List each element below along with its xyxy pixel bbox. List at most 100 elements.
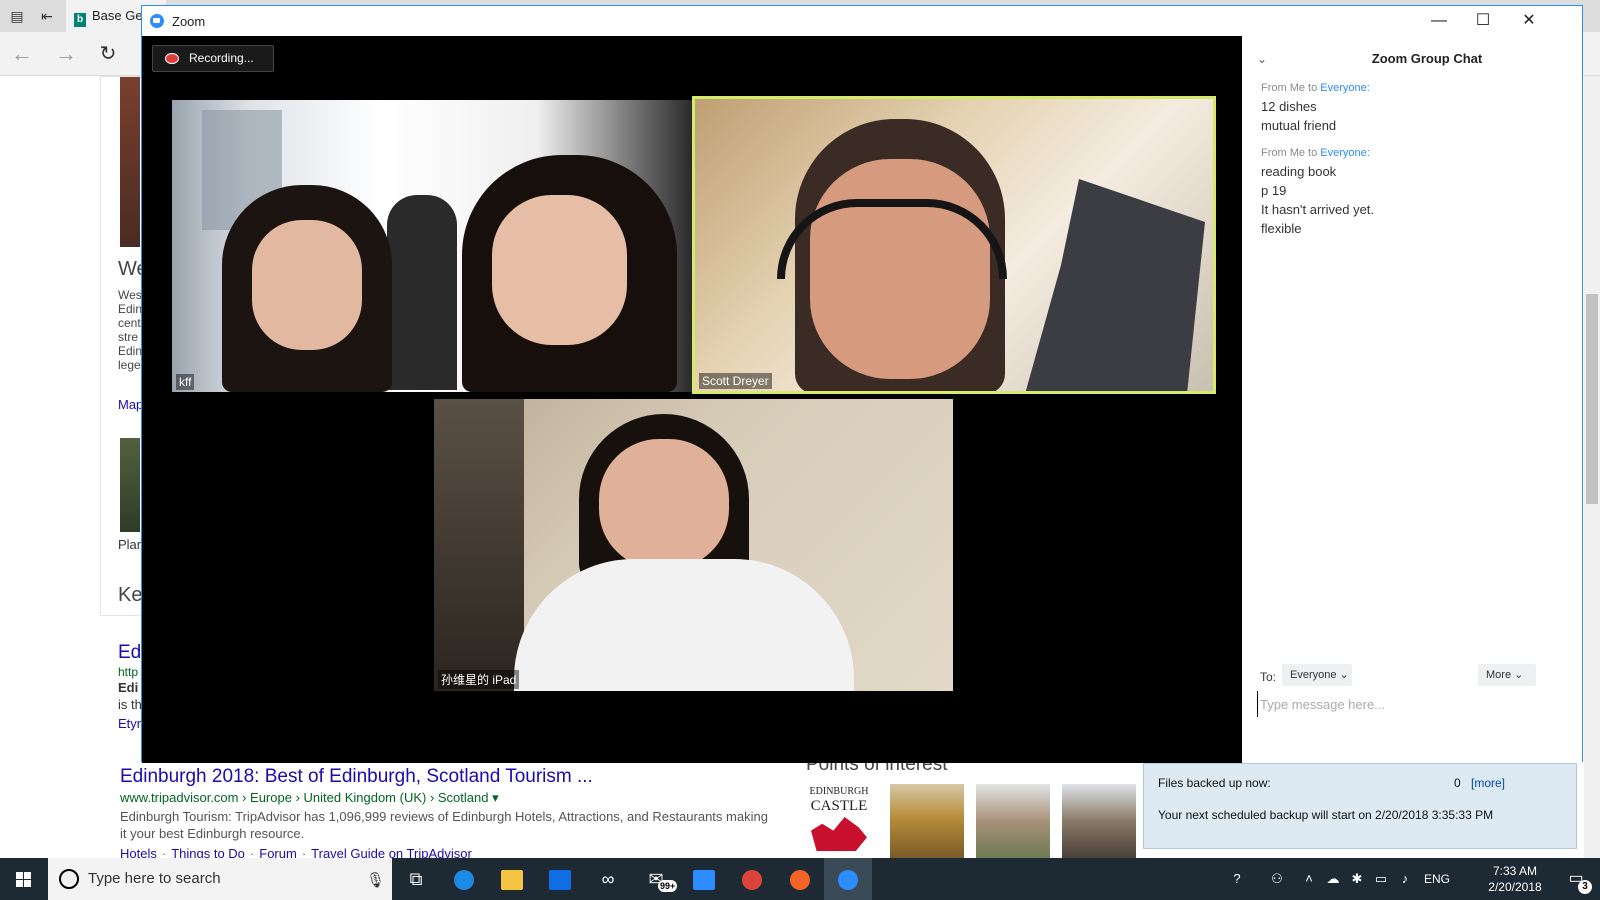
map-link[interactable]: Map (118, 397, 143, 412)
poi-holyrood-palace[interactable] (976, 784, 1050, 858)
tab-list-icon[interactable]: ▤ (8, 7, 26, 25)
backup-files-row: Files backed up now: 0 [more] (1158, 776, 1568, 790)
treadmill (1025, 179, 1205, 391)
store-icon[interactable] (680, 858, 728, 900)
message-line: reading book (1261, 164, 1337, 179)
more-dropdown[interactable]: More ⌄ (1478, 664, 1536, 686)
more-label: More (1486, 669, 1512, 681)
file-explorer-icon[interactable] (488, 858, 536, 900)
taskbar-search[interactable]: Type here to search 🎙 (48, 858, 392, 900)
video-tile-scott-dreyer[interactable]: Scott Dreyer (692, 96, 1216, 394)
message-line: flexible (1261, 221, 1302, 236)
backup-notification: Files backed up now: 0 [more] Your next … (1143, 763, 1577, 849)
white-jacket (514, 559, 854, 691)
network-icon[interactable]: ▭ (1370, 858, 1392, 900)
dropbox-icon[interactable] (536, 858, 584, 900)
backup-more-link[interactable]: [more] (1471, 776, 1505, 790)
poi-arthurs-seat[interactable] (890, 784, 964, 858)
maximize-icon[interactable]: ☐ (1468, 11, 1498, 31)
participant-name: Scott Dreyer (699, 373, 772, 389)
zoom-taskbar-icon[interactable] (824, 858, 872, 900)
recipient-value: Everyone (1290, 669, 1337, 681)
plan-image[interactable] (120, 438, 140, 532)
browser-tab-label: Base Ge (92, 8, 143, 23)
card-desc-line: cent (118, 316, 141, 330)
files-count: 0 (1454, 776, 1461, 790)
etymology-link[interactable]: Etyr (118, 716, 141, 731)
message-line: mutual friend (1261, 118, 1337, 133)
mail-badge: 99+ (658, 880, 678, 892)
poi-st-giles[interactable] (1062, 784, 1136, 858)
chevron-down-icon: ⌄ (1339, 669, 1349, 681)
task-view-icon[interactable]: ⧉ (392, 858, 440, 900)
language-indicator[interactable]: ENG (1420, 858, 1454, 900)
result-link-wiki[interactable]: Ed (118, 642, 141, 664)
zoom-logo-icon (150, 14, 164, 28)
record-icon (165, 53, 179, 64)
forward-arrow-icon[interactable]: → (54, 42, 78, 66)
security-icon[interactable]: ✱ (1346, 858, 1368, 900)
card-description: Wes Edin cent stre Edin lege (118, 288, 143, 372)
cloud-sync-icon[interactable]: ☁ (1322, 858, 1344, 900)
volume-icon[interactable]: ♪ (1394, 858, 1416, 900)
participant-name: kff (176, 374, 195, 390)
next-backup-text: Your next scheduled backup will start on… (1158, 808, 1494, 822)
minimize-icon[interactable]: — (1424, 11, 1454, 31)
video-gallery: Recording... kff Scott Dreyer 孙维星的 iPad (142, 36, 1264, 763)
key-facts-heading: Ke (118, 584, 143, 606)
office-chair (387, 195, 457, 390)
result-title-link[interactable]: Edinburgh 2018: Best of Edinburgh, Scotl… (120, 766, 770, 788)
search-placeholder: Type here to search (88, 870, 221, 887)
help-icon[interactable]: ? (1222, 858, 1252, 900)
action-center-icon[interactable]: ▭ 3 (1556, 858, 1596, 900)
message-recipient: Everyone: (1320, 82, 1370, 94)
media-app-icon[interactable] (776, 858, 824, 900)
card-desc-line: lege (118, 358, 141, 372)
desktop: ▤ ⇤ b Base Ge ← → ↻ We Wes Edin cent stre… (0, 0, 1600, 900)
chrome-icon[interactable] (728, 858, 776, 900)
message-recipient: Everyone: (1320, 147, 1370, 159)
infinity-app-icon[interactable]: ∞ (584, 858, 632, 900)
clock-date: 2/20/2018 (1488, 880, 1542, 894)
back-arrow-icon[interactable]: ← (10, 42, 34, 66)
zoom-window: Zoom — ☐ ✕ Recording... kff Scott Dreyer… (141, 5, 1583, 763)
microphone-icon[interactable]: 🎙 (366, 871, 385, 889)
message-from: From Me to (1261, 147, 1321, 159)
tripadvisor-result: Edinburgh 2018: Best of Edinburgh, Scotl… (120, 766, 770, 861)
windows-logo-icon (16, 872, 31, 887)
page-scrollbar[interactable] (1584, 76, 1600, 858)
start-button[interactable] (0, 858, 48, 900)
edinburgh-castle-logo[interactable]: EDINBURGH CASTLE (806, 786, 872, 851)
clock[interactable]: 7:33 AM 2/20/2018 (1480, 863, 1550, 895)
recording-indicator[interactable]: Recording... (152, 45, 274, 72)
chat-message: From Me to Everyone: reading book p 19 I… (1261, 147, 1561, 238)
chevron-up-icon[interactable]: ˄ (1298, 858, 1320, 900)
mail-icon[interactable]: ✉ 99+ (632, 858, 680, 900)
recording-label: Recording... (189, 51, 254, 65)
card-desc-line: Wes (118, 288, 142, 302)
participant-name: 孙维星的 iPad (438, 670, 520, 689)
recipient-dropdown[interactable]: Everyone ⌄ (1282, 664, 1352, 686)
shelf-area (434, 399, 524, 691)
edge-icon[interactable] (440, 858, 488, 900)
people-icon[interactable]: ⚇ (1262, 858, 1292, 900)
message-header: From Me to Everyone: (1261, 147, 1561, 159)
child-face (599, 439, 729, 569)
knowledge-card-image[interactable] (120, 77, 140, 247)
video-tile-kff[interactable]: kff (172, 100, 692, 392)
scroll-thumb[interactable] (1586, 294, 1598, 504)
cortana-icon (59, 869, 79, 889)
refresh-icon[interactable]: ↻ (96, 42, 120, 66)
child-face (252, 220, 362, 350)
video-tile-ipad[interactable]: 孙维星的 iPad (434, 399, 953, 691)
result-url[interactable]: www.tripadvisor.com › Europe › United Ki… (120, 790, 770, 806)
close-icon[interactable]: ✕ (1514, 11, 1544, 31)
set-tabs-aside-icon[interactable]: ⇤ (38, 7, 56, 25)
chat-message: From Me to Everyone: 12 dishes mutual fr… (1261, 82, 1561, 135)
chat-message-input[interactable] (1257, 691, 1557, 717)
card-desc-line: stre (118, 330, 139, 344)
result-snippet-wiki: is th (118, 697, 142, 712)
notification-badge: 3 (1578, 880, 1592, 894)
zoom-titlebar[interactable]: Zoom — ☐ ✕ (142, 6, 1582, 36)
card-desc-line: Edin (118, 344, 143, 358)
